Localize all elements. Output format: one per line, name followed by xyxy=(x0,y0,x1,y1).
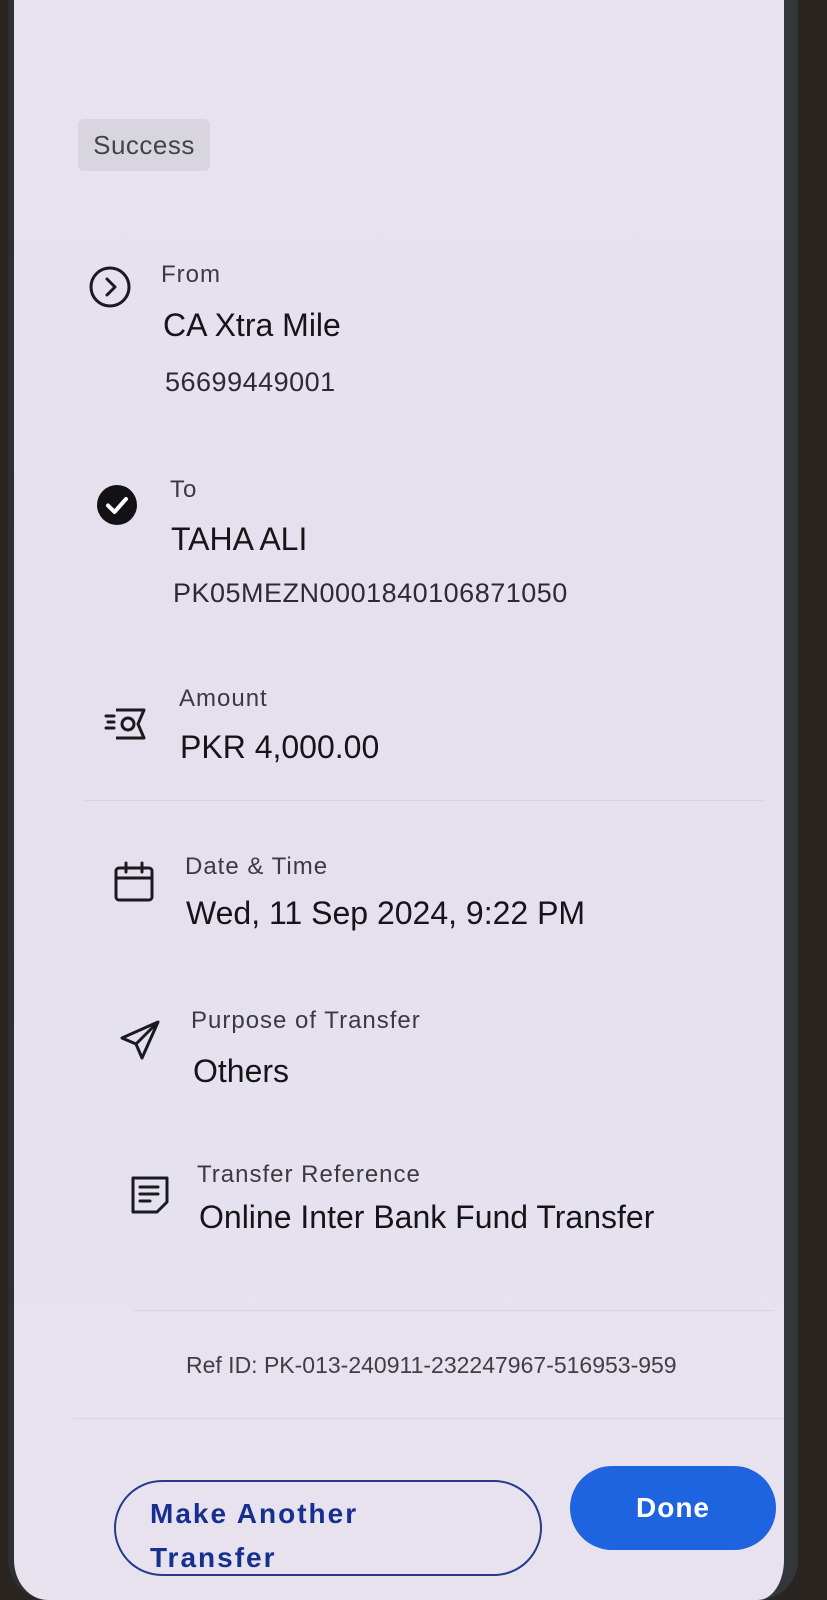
make-another-transfer-button[interactable]: Make Another Transfer xyxy=(114,1480,542,1576)
amount-value: PKR 4,000.00 xyxy=(180,729,380,765)
check-circle-icon xyxy=(95,483,139,527)
make-another-transfer-label-line1: Make Another xyxy=(150,1498,359,1529)
chevron-right-circle-icon xyxy=(88,265,132,309)
from-account-number: 56699449001 xyxy=(165,367,336,397)
transfer-receipt-screen: Success From CA Xtra Mile 56699449001 To… xyxy=(8,0,798,1600)
reference-label: Transfer Reference xyxy=(197,1161,421,1188)
divider xyxy=(84,800,764,801)
done-button[interactable]: Done xyxy=(570,1466,776,1550)
cash-icon xyxy=(104,702,148,746)
calendar-icon xyxy=(112,860,156,904)
divider xyxy=(74,1418,784,1419)
from-account-name: CA Xtra Mile xyxy=(163,307,341,343)
amount-label: Amount xyxy=(179,685,268,712)
to-label: To xyxy=(170,476,198,503)
make-another-transfer-label-line2: Transfer xyxy=(150,1542,277,1573)
purpose-label: Purpose of Transfer xyxy=(191,1007,421,1034)
to-iban: PK05MEZN0001840106871050 xyxy=(173,578,568,608)
document-icon xyxy=(128,1173,172,1217)
reference-id: Ref ID: PK-013-240911-232247967-516953-9… xyxy=(186,1352,677,1378)
reference-value: Online Inter Bank Fund Transfer xyxy=(199,1199,655,1235)
send-icon xyxy=(118,1018,162,1062)
datetime-value: Wed, 11 Sep 2024, 9:22 PM xyxy=(186,895,586,931)
divider xyxy=(134,1310,774,1311)
status-badge: Success xyxy=(78,119,210,171)
from-label: From xyxy=(161,261,221,288)
datetime-label: Date & Time xyxy=(185,853,329,880)
to-beneficiary-name: TAHA ALI xyxy=(171,521,308,557)
purpose-value: Others xyxy=(193,1053,290,1089)
